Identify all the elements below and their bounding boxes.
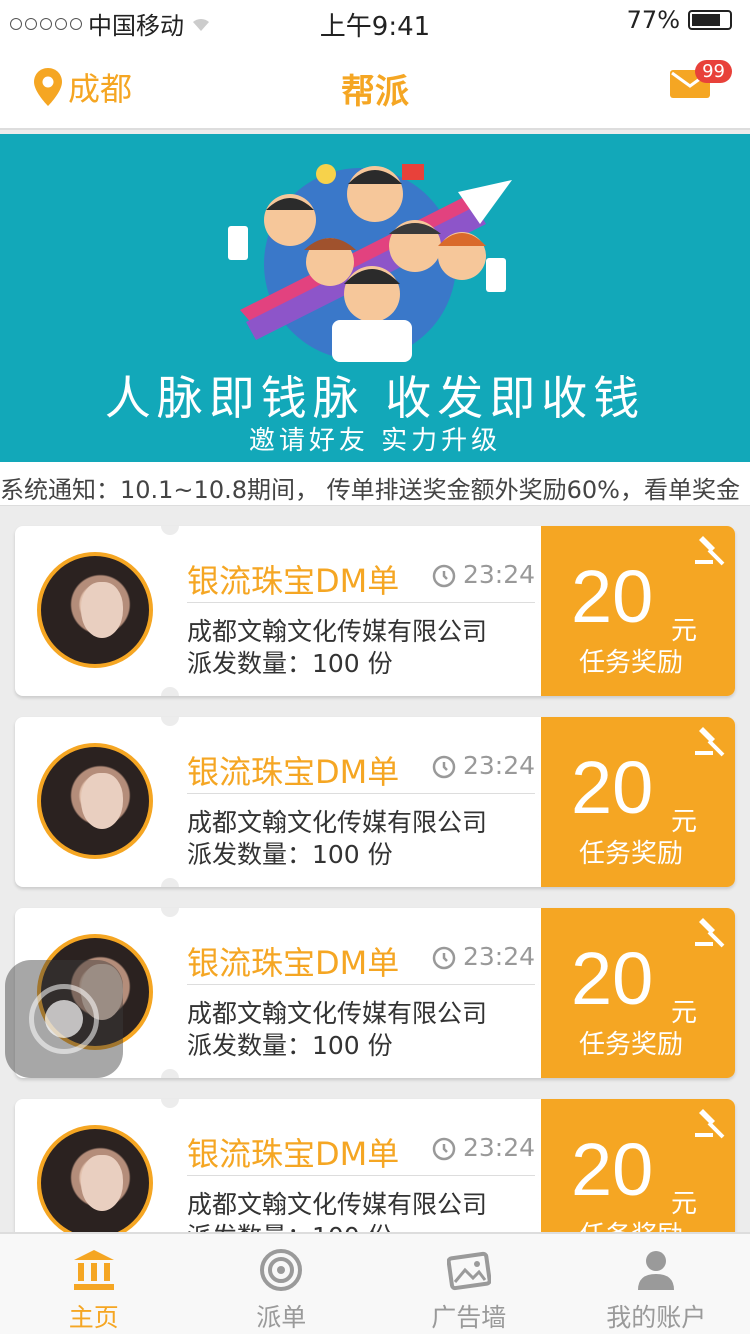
reward-panel[interactable]: 20 元 任务奖励 bbox=[535, 717, 735, 887]
reward-panel[interactable]: 20 元 任务奖励 bbox=[535, 1099, 735, 1232]
hammer-icon bbox=[695, 536, 725, 566]
tab-bar: 主页 派单 广告墙 我的账户 bbox=[0, 1232, 750, 1334]
avatar bbox=[37, 1125, 153, 1232]
clock-icon bbox=[432, 946, 456, 969]
avatar bbox=[37, 743, 153, 859]
tab-label: 我的账户 bbox=[606, 1303, 707, 1332]
hammer-icon bbox=[695, 1109, 725, 1139]
task-time-value: 23:24 bbox=[463, 942, 536, 971]
task-company: 成都文翰文化传媒有限公司 bbox=[187, 617, 488, 646]
task-card[interactable]: 银流珠宝DM单 23:24 成都文翰文化传媒有限公司 派发数量：100 份 20… bbox=[15, 526, 735, 696]
reward-label: 任务奖励 bbox=[579, 1215, 683, 1232]
clock-icon bbox=[432, 1137, 456, 1160]
status-right: 77% bbox=[627, 6, 732, 34]
clock-icon bbox=[432, 755, 456, 778]
banner-headline: 人脉即钱脉 收发即收钱 bbox=[104, 371, 646, 425]
image-icon bbox=[446, 1251, 491, 1291]
task-card[interactable]: 银流珠宝DM单 23:24 成都文翰文化传媒有限公司 派发数量：100 份 20… bbox=[15, 717, 735, 887]
tab-ad-wall[interactable]: 广告墙 bbox=[375, 1234, 563, 1334]
task-company: 成都文翰文化传媒有限公司 bbox=[187, 1190, 488, 1219]
tab-home[interactable]: 主页 bbox=[0, 1234, 188, 1334]
task-card[interactable]: 银流珠宝DM单 23:24 成都文翰文化传媒有限公司 派发数量：100 份 20… bbox=[15, 908, 735, 1078]
hammer-icon bbox=[695, 727, 725, 757]
reward-panel[interactable]: 20 元 任务奖励 bbox=[535, 908, 735, 1078]
tab-account[interactable]: 我的账户 bbox=[563, 1234, 750, 1334]
battery-icon bbox=[688, 10, 732, 30]
task-time: 23:24 bbox=[431, 1133, 535, 1162]
task-quantity: 派发数量：100 份 bbox=[187, 840, 393, 869]
task-list: 银流珠宝DM单 23:24 成都文翰文化传媒有限公司 派发数量：100 份 20… bbox=[0, 506, 750, 1232]
task-title: 银流珠宝DM单 bbox=[187, 1135, 400, 1173]
task-time: 23:24 bbox=[431, 560, 535, 589]
reward-panel[interactable]: 20 元 任务奖励 bbox=[535, 526, 735, 696]
person-icon bbox=[638, 1251, 675, 1290]
task-title: 银流珠宝DM单 bbox=[187, 562, 400, 600]
task-company: 成都文翰文化传媒有限公司 bbox=[187, 808, 488, 837]
battery-percent: 77% bbox=[626, 6, 680, 34]
reward-amount: 20 bbox=[571, 1128, 654, 1211]
task-time-value: 23:24 bbox=[463, 560, 536, 589]
promo-banner[interactable]: 人脉即钱脉 收发即收钱 邀请好友 实力升级 bbox=[0, 134, 750, 462]
banner-illustration bbox=[228, 164, 512, 362]
tab-dispatch[interactable]: 派单 bbox=[188, 1234, 376, 1334]
task-title: 银流珠宝DM单 bbox=[187, 753, 400, 791]
assistive-touch-button[interactable] bbox=[5, 960, 123, 1078]
task-company: 成都文翰文化传媒有限公司 bbox=[187, 999, 488, 1028]
hammer-icon bbox=[695, 918, 725, 948]
task-title: 银流珠宝DM单 bbox=[187, 944, 400, 982]
app-screen: 中国移动 上午9:41 77% 成都 帮派 99 人脉即钱脉 收发即收钱 邀请好… bbox=[0, 0, 750, 1334]
reward-amount: 20 bbox=[571, 555, 654, 638]
task-time-value: 23:24 bbox=[463, 1133, 536, 1162]
clock-icon bbox=[432, 564, 456, 587]
task-time-value: 23:24 bbox=[463, 751, 536, 780]
task-time: 23:24 bbox=[431, 751, 535, 780]
system-notice[interactable]: 系统通知：10.1~10.8期间， 传单排送奖金额外奖励60%，看单奖金 bbox=[0, 462, 750, 506]
task-quantity: 派发数量：100 份 bbox=[187, 1217, 393, 1232]
task-card[interactable]: 银流珠宝DM单 23:24 成都文翰文化传媒有限公司 派发数量：100 份 20… bbox=[15, 1099, 735, 1232]
page-title: 帮派 bbox=[341, 72, 409, 112]
tab-label: 派单 bbox=[256, 1303, 307, 1332]
mail-badge: 99 bbox=[695, 60, 732, 83]
target-icon bbox=[260, 1249, 303, 1291]
reward-label: 任务奖励 bbox=[579, 839, 684, 869]
tab-label: 广告墙 bbox=[431, 1303, 507, 1332]
reward-label: 任务奖励 bbox=[579, 1030, 684, 1060]
reward-amount: 20 bbox=[571, 937, 654, 1020]
task-quantity: 派发数量：100 份 bbox=[187, 1031, 393, 1060]
task-quantity: 派发数量：100 份 bbox=[187, 649, 393, 678]
task-time: 23:24 bbox=[431, 942, 535, 971]
reward-label: 任务奖励 bbox=[579, 648, 684, 678]
nav-bar: 成都 帮派 99 bbox=[0, 40, 750, 130]
reward-amount: 20 bbox=[571, 746, 654, 829]
avatar bbox=[37, 552, 153, 668]
bank-icon bbox=[73, 1250, 114, 1290]
banner-subline: 邀请好友 实力升级 bbox=[248, 426, 502, 456]
tab-label: 主页 bbox=[68, 1303, 119, 1332]
status-bar: 中国移动 上午9:41 77% bbox=[0, 0, 750, 42]
